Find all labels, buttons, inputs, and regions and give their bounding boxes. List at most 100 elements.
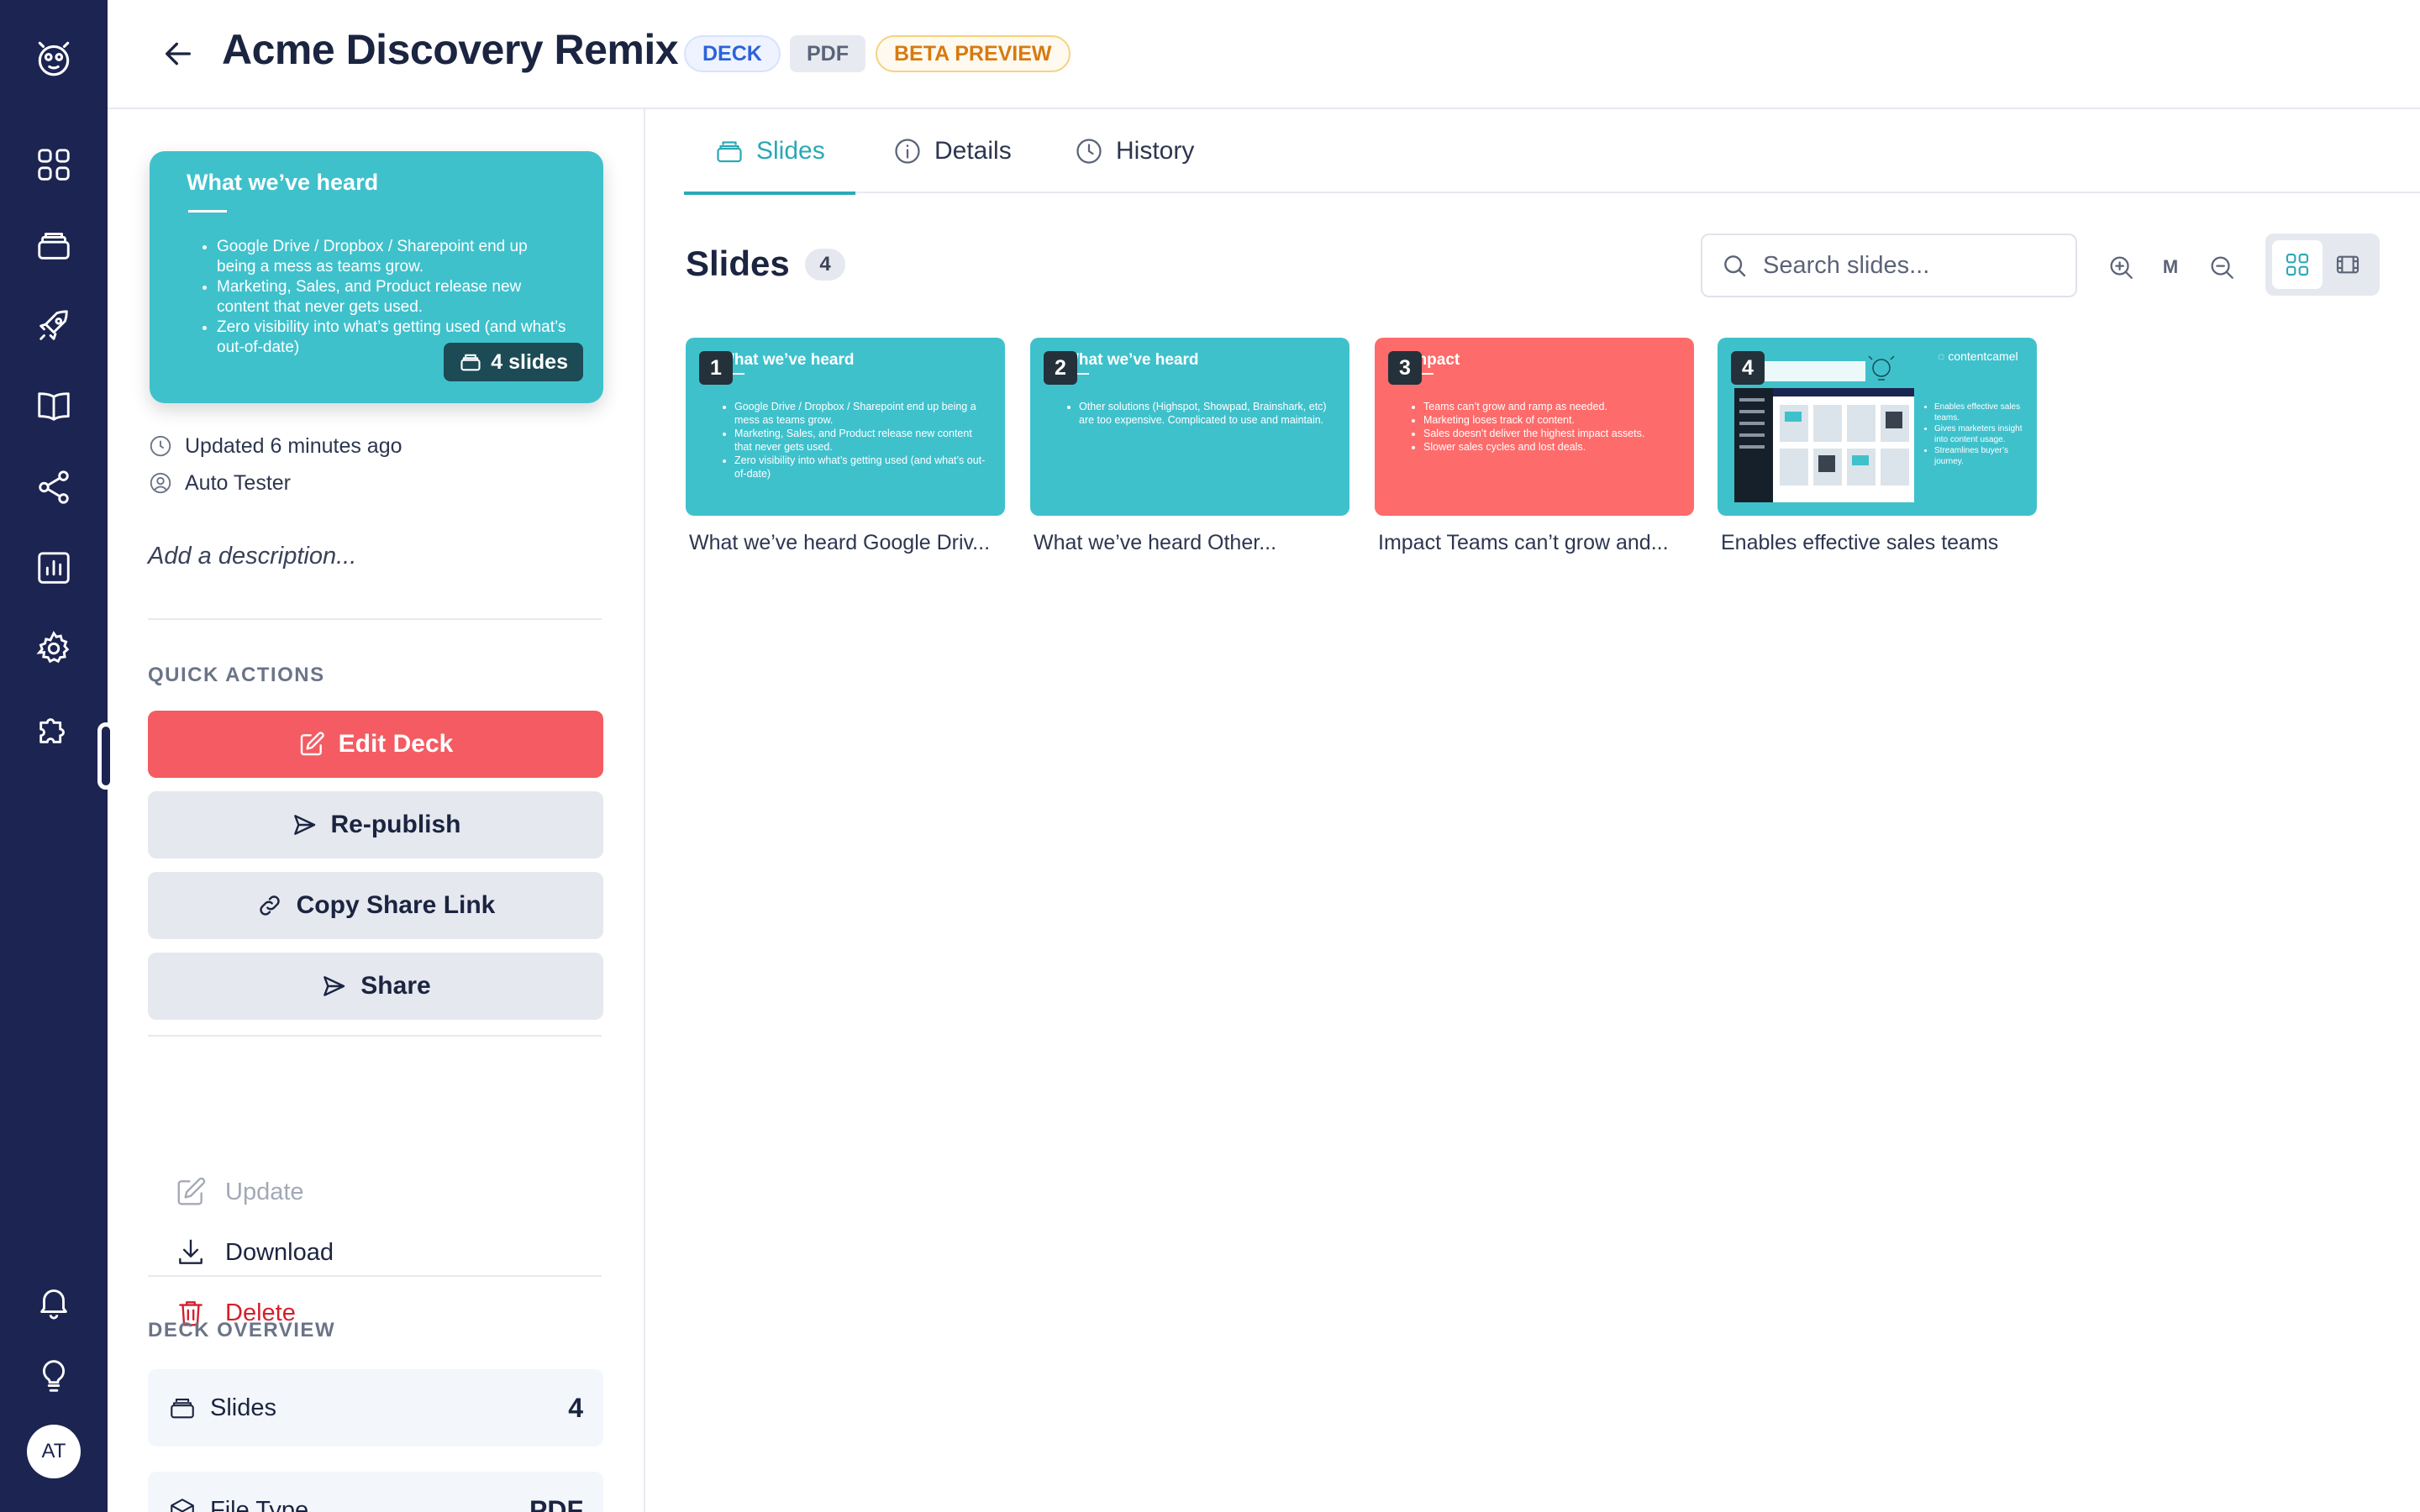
user-avatar[interactable]: AT (27, 1425, 81, 1478)
nav-rail: AT (0, 0, 114, 1512)
update-action[interactable]: Update (175, 1176, 304, 1208)
cover-underline (188, 210, 227, 213)
slide-number-badge: 1 (699, 351, 733, 385)
analytics-icon[interactable] (29, 543, 79, 593)
slide-bullet: Other solutions (Highspot, Showpad, Brai… (1079, 400, 1331, 427)
app-logo-icon[interactable] (29, 34, 79, 84)
file-type-badge: PDF (790, 35, 865, 72)
slide-bullet: Streamlines buyer’s journey. (1934, 445, 2027, 467)
slide-bullet: Sales doesn’t deliver the highest impact… (1423, 427, 1676, 440)
edit-deck-button[interactable]: Edit Deck (148, 711, 603, 778)
divider (148, 1275, 602, 1277)
slide-thumbnail: What we’ve heard Other solutions (Highsp… (1030, 338, 1349, 516)
grid-view-button[interactable] (2272, 240, 2323, 289)
slide-number-badge: 3 (1388, 351, 1422, 385)
zoom-out-icon (2211, 256, 2233, 279)
page-title: Acme Discovery Remix (222, 26, 679, 73)
box-icon (171, 1499, 194, 1512)
slide-bullets: Teams can’t grow and ramp as needed. Mar… (1423, 400, 1676, 454)
slide-card[interactable]: Impact Teams can’t grow and ramp as need… (1375, 338, 1694, 555)
cover-title: What we’ve heard (187, 170, 379, 195)
page-header: Acme Discovery Remix DECK PDF BETA PREVI… (108, 0, 2420, 109)
owner-meta: Auto Tester (148, 470, 291, 496)
slide-bullet: Zero visibility into what’s getting used… (734, 454, 986, 480)
filmstrip-view-button[interactable] (2323, 240, 2373, 289)
cover-bullets: Google Drive / Dropbox / Sharepoint end … (217, 237, 570, 358)
quick-actions-label: QUICK ACTIONS (148, 664, 325, 686)
tips-lightbulb-icon[interactable] (29, 1351, 79, 1401)
tab-slides[interactable]: Slides (684, 109, 855, 195)
deck-type-badge: DECK (684, 35, 781, 72)
republish-label: Re-publish (330, 811, 461, 838)
search-slides-input[interactable] (1763, 251, 2049, 280)
edit-icon (177, 1177, 206, 1205)
updated-text: Updated 6 minutes ago (185, 433, 402, 458)
slide-bullets: Google Drive / Dropbox / Sharepoint end … (734, 400, 986, 480)
overview-filetype-label: File Type (210, 1496, 309, 1512)
divider (148, 1035, 602, 1037)
decks-icon[interactable] (29, 220, 79, 270)
search-box[interactable] (1701, 234, 2077, 297)
user-circle-icon (150, 472, 171, 494)
send-icon (324, 976, 345, 996)
view-mode-toggle (2265, 234, 2380, 296)
republish-button[interactable]: Re-publish (148, 791, 603, 858)
overview-filetype-row: File Type PDF (148, 1472, 603, 1512)
launch-rocket-icon[interactable] (29, 301, 79, 351)
copy-share-link-button[interactable]: Copy Share Link (148, 872, 603, 939)
slide-bullet: Slower sales cycles and lost deals. (1423, 440, 1676, 454)
zoom-out-button[interactable] (2203, 249, 2240, 286)
slide-thumbnail: What we’ve heard Google Drive / Dropbox … (686, 338, 1005, 516)
slide-card[interactable]: What we’ve heard Other solutions (Highsp… (1030, 338, 1349, 555)
tab-history[interactable]: History (1074, 109, 1194, 193)
send-icon (293, 815, 315, 835)
download-action[interactable]: Download (175, 1236, 334, 1268)
edit-deck-label: Edit Deck (338, 730, 454, 758)
divider (148, 618, 602, 620)
slide-card[interactable]: What we’ve heard Google Drive / Dropbox … (686, 338, 1005, 555)
zoom-in-button[interactable] (2102, 249, 2139, 286)
overview-slides-value: 4 (568, 1392, 583, 1423)
slides-count-pill: 4 (805, 249, 845, 281)
tab-history-label: History (1116, 137, 1195, 165)
slide-bullets: Enables effective sales teams. Gives mar… (1934, 402, 2027, 467)
download-label: Download (225, 1238, 334, 1266)
settings-gear-icon[interactable] (29, 623, 79, 674)
library-book-icon[interactable] (29, 381, 79, 432)
slide-number-badge: 4 (1731, 351, 1765, 385)
share-network-icon[interactable] (29, 462, 79, 512)
dashboard-icon[interactable] (29, 139, 79, 190)
slides-section-title: Slides (686, 244, 790, 283)
description-field[interactable]: Add a description... (148, 543, 356, 570)
stack-icon (717, 141, 742, 163)
slide-bullets: Other solutions (Highspot, Showpad, Brai… (1079, 400, 1331, 427)
stack-icon (171, 1399, 194, 1419)
slide-bullet: Gives marketers insight into content usa… (1934, 423, 2027, 445)
grid-icon (2286, 253, 2309, 276)
deck-overview-label: DECK OVERVIEW (148, 1319, 336, 1341)
info-icon (895, 139, 920, 164)
slide-count-badge: 4 slides (444, 343, 583, 381)
clock-icon (150, 435, 171, 457)
notifications-bell-icon[interactable] (29, 1277, 79, 1327)
slide-count-text: 4 slides (491, 349, 568, 374)
slide-bullet: Marketing, Sales, and Product release ne… (734, 427, 986, 454)
back-button[interactable] (155, 32, 202, 76)
slide-caption: Impact Teams can’t grow and... (1378, 531, 1669, 554)
slide-card[interactable]: ◌ contentcamel Enables effective sales t… (1718, 338, 2037, 555)
slide-bullet: Enables effective sales teams. (1934, 402, 2027, 423)
tab-details-label: Details (934, 137, 1012, 165)
link-icon (259, 895, 280, 916)
slide-bullet: Marketing loses track of content. (1423, 413, 1676, 427)
tab-slides-label: Slides (756, 137, 825, 165)
tab-details[interactable]: Details (892, 109, 1012, 193)
integrations-puzzle-icon[interactable] (29, 704, 79, 754)
cover-bullet: Google Drive / Dropbox / Sharepoint end … (217, 237, 570, 277)
deck-cover-thumbnail[interactable]: What we’ve heard Google Drive / Dropbox … (150, 151, 603, 403)
slide-caption: What we’ve heard Google Driv... (689, 531, 991, 554)
share-button[interactable]: Share (148, 953, 603, 1020)
zoom-in-icon (2110, 256, 2133, 279)
slide-thumbnail: ◌ contentcamel Enables effective sales t… (1718, 338, 2037, 516)
slide-bullet: Teams can’t grow and ramp as needed. (1423, 400, 1676, 413)
tab-bar: Slides Details History (684, 109, 2420, 195)
